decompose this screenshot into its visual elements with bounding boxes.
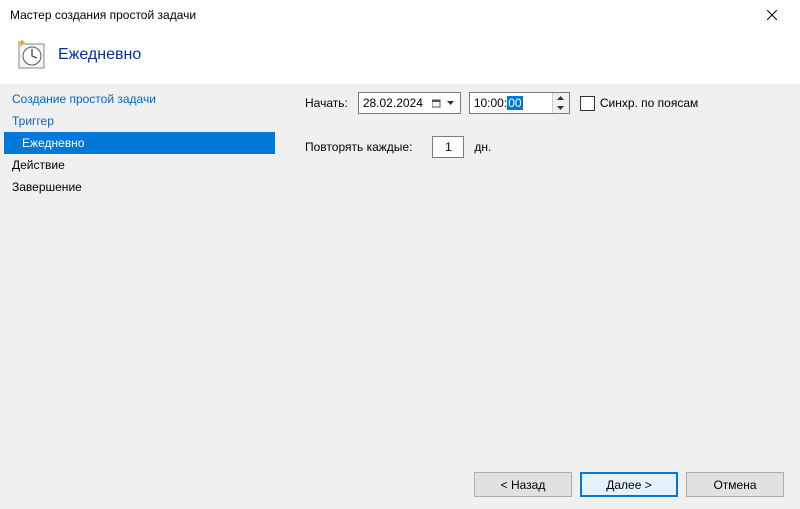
repeat-value: 1 [445,140,452,154]
cancel-button[interactable]: Отмена [686,472,784,497]
spinner-up[interactable] [553,93,569,103]
sync-checkbox[interactable] [580,96,595,111]
start-row: Начать: 28.02.2024 10:00:00 [305,92,784,114]
content-area: Создание простой задачи Триггер Ежедневн… [0,84,800,442]
sidebar-item-trigger[interactable]: Триггер [10,110,265,132]
repeat-input[interactable]: 1 [432,136,464,158]
sync-label: Синхр. по поясам [600,96,698,110]
sidebar-item-create-task[interactable]: Создание простой задачи [10,88,265,110]
repeat-row: Повторять каждые: 1 дн. [305,136,784,158]
close-button[interactable] [752,1,792,29]
sidebar-item-daily[interactable]: Ежедневно [4,132,275,154]
calendar-icon[interactable] [430,99,444,108]
page-title: Ежедневно [58,46,141,64]
sidebar-item-action[interactable]: Действие [10,154,265,176]
date-input[interactable]: 28.02.2024 [358,92,461,114]
repeat-label: Повторять каждые: [305,140,412,154]
close-icon [767,10,777,20]
back-button[interactable]: < Назад [474,472,572,497]
days-unit: дн. [474,140,491,154]
sidebar-item-finish[interactable]: Завершение [10,176,265,198]
date-value: 28.02.2024 [363,96,430,110]
next-button[interactable]: Далее > [580,472,678,497]
window-title: Мастер создания простой задачи [10,8,196,22]
wizard-header: Ежедневно [0,30,800,84]
start-label: Начать: [305,96,348,110]
clock-icon [16,40,46,70]
time-value: 10:00:00 [474,96,552,110]
time-input[interactable]: 10:00:00 [469,92,570,114]
sync-checkbox-wrap[interactable]: Синхр. по поясам [580,96,698,111]
chevron-down-icon[interactable] [444,101,458,105]
wizard-sidebar: Создание простой задачи Триггер Ежедневн… [0,84,275,442]
titlebar: Мастер создания простой задачи [0,0,800,30]
wizard-footer: < Назад Далее > Отмена [0,462,800,509]
main-panel: Начать: 28.02.2024 10:00:00 [275,84,800,442]
spinner-down[interactable] [553,103,569,113]
time-spinner [552,93,569,113]
